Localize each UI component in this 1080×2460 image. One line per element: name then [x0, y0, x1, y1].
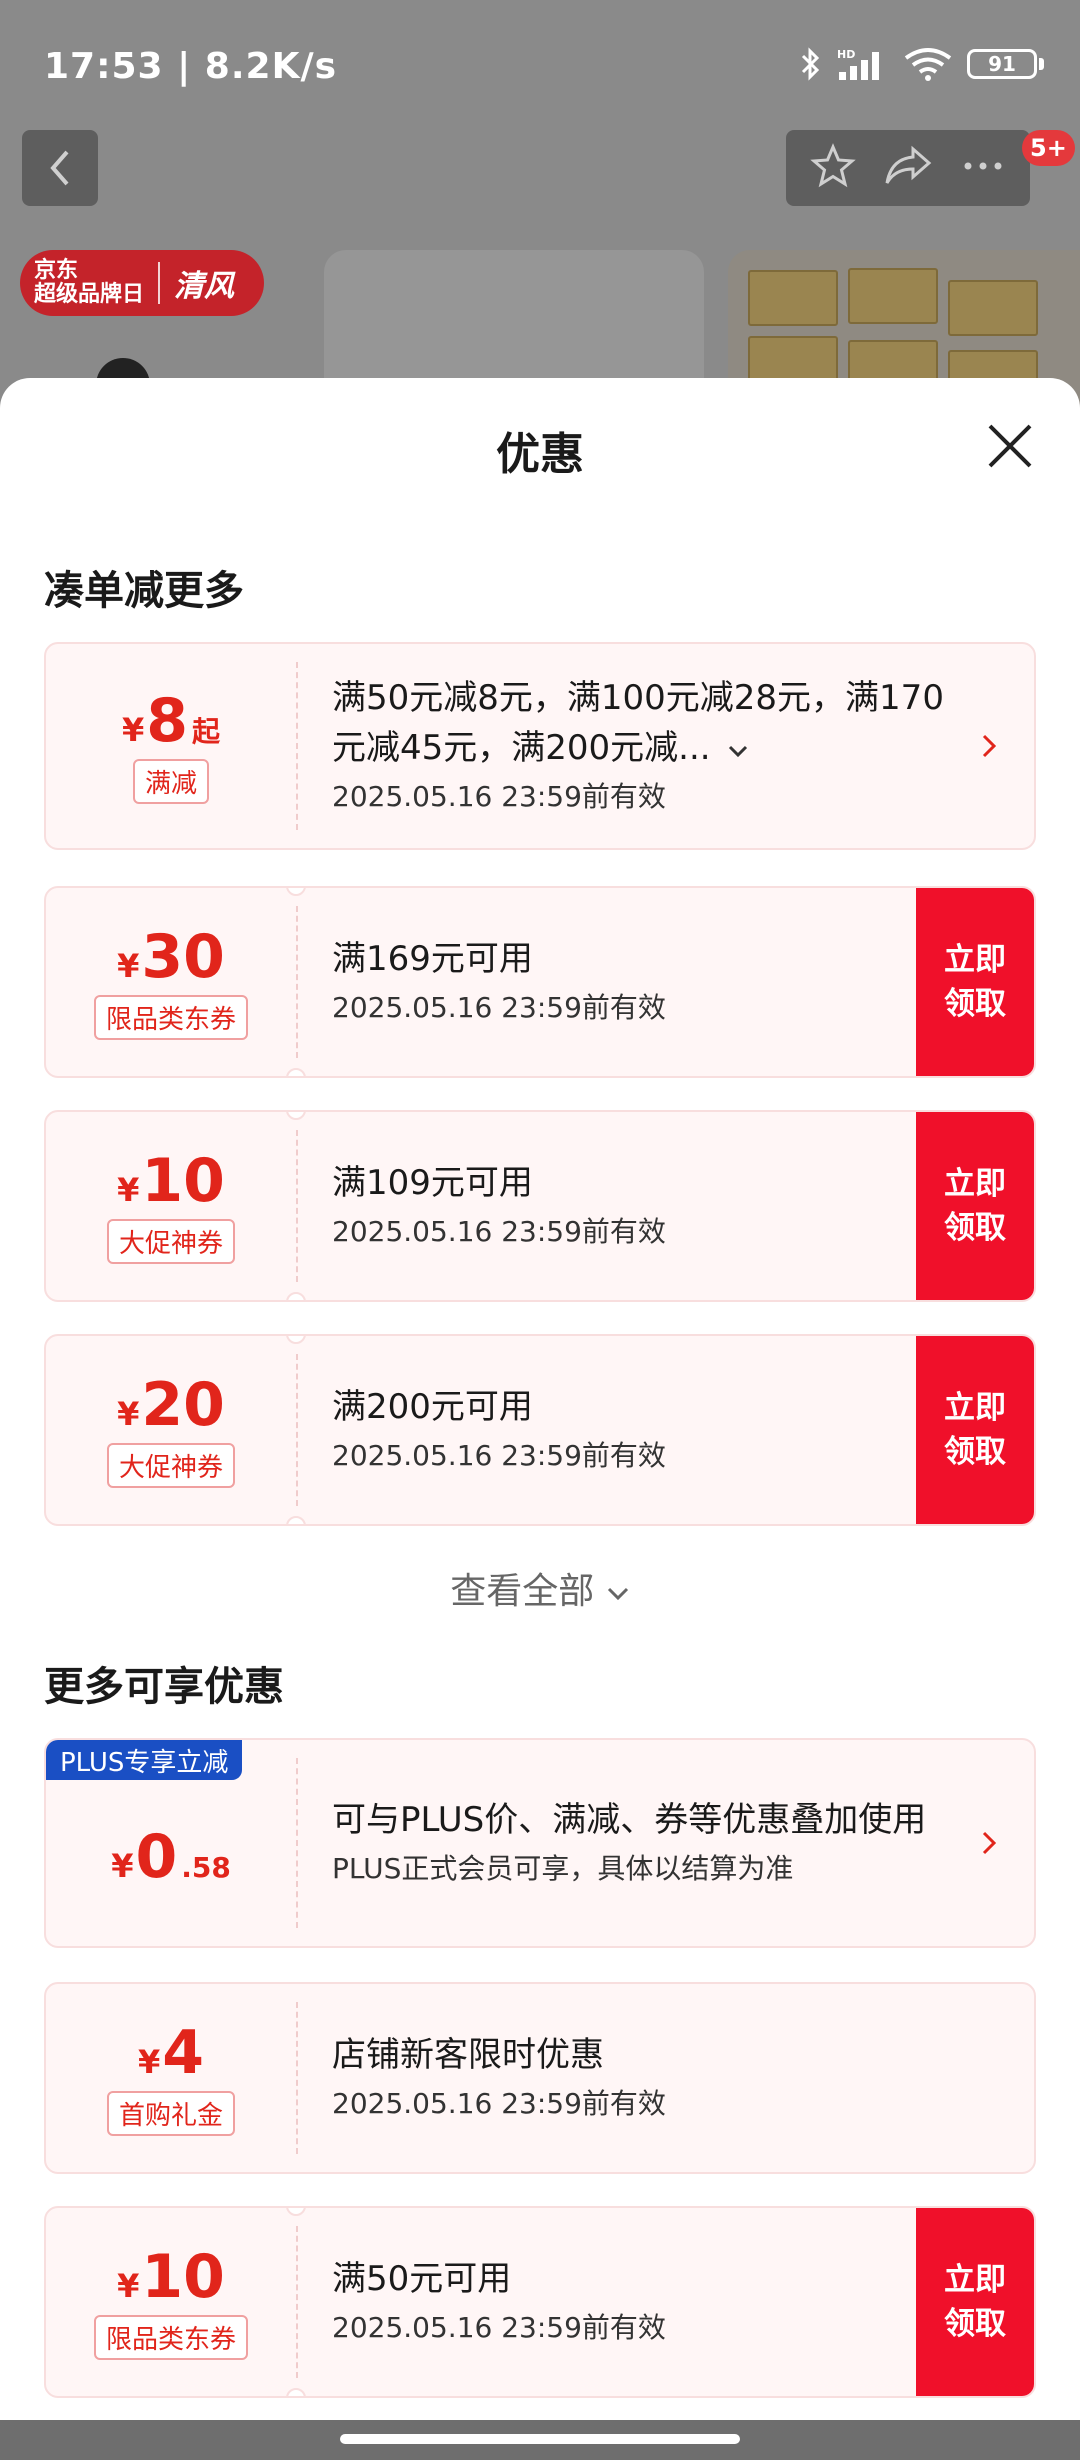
- claim-button[interactable]: 立即领取: [916, 1112, 1034, 1300]
- discount-sheet: 优惠 凑单减更多 ¥ 8 起 满减 满50元减8元，满100元减28元，满170…: [0, 378, 1080, 2420]
- status-bar: 17:53 | 8.2K/s HD 91: [0, 0, 1080, 130]
- status-icons: HD 91: [799, 46, 1044, 82]
- chevron-right-icon[interactable]: [980, 1829, 998, 1857]
- coupon-value: ¥ 0 .58: [111, 1822, 231, 1892]
- coupon-tag: 限品类东券: [93, 994, 248, 1040]
- coupon-promo-20: ¥ 20 大促神券 满200元可用 2025.05.16 23:59前有效 立即…: [44, 1334, 1036, 1526]
- section-title-more-offers: 更多可享优惠: [44, 1664, 284, 1710]
- coupon-rule: 满109元可用: [332, 1163, 533, 1203]
- claim-button[interactable]: 立即领取: [916, 888, 1034, 1076]
- coupon-expiry: 2025.05.16 23:59前有效: [332, 780, 666, 813]
- coupon-value: ¥ 20 大促神券: [46, 1336, 296, 1524]
- bluetooth-icon: [799, 46, 823, 82]
- brand-day-label: 京东 超级品牌日: [34, 258, 145, 307]
- coupon-tag: 满减: [132, 758, 209, 804]
- coupon-category-30: ¥ 30 限品类东券 满169元可用 2025.05.16 23:59前有效 立…: [44, 886, 1036, 1078]
- coupon-value: ¥ 8 起 满减: [46, 644, 296, 848]
- coupon-rule: 满200元可用: [332, 1387, 533, 1427]
- section-title-combine: 凑单减更多: [44, 568, 244, 614]
- coupon-expiry: 2025.05.16 23:59前有效: [332, 991, 666, 1024]
- coupon-tag: 大促神券: [106, 1442, 235, 1488]
- claim-button[interactable]: 立即领取: [916, 2208, 1034, 2396]
- coupon-rule: 满50元可用: [332, 2259, 512, 2299]
- coupon-tag: 大促神券: [106, 1218, 235, 1264]
- battery-level: 91: [967, 49, 1037, 79]
- coupon-category-10: ¥ 10 限品类东券 满50元可用 2025.05.16 23:59前有效 立即…: [44, 2206, 1036, 2398]
- coupon-tag: 限品类东券: [93, 2314, 248, 2360]
- share-icon[interactable]: [883, 143, 933, 193]
- message-count-badge: 5+: [1022, 130, 1075, 166]
- home-indicator[interactable]: [340, 2434, 740, 2444]
- status-time: 17:53 | 8.2K/s: [44, 46, 338, 87]
- coupon-rule: 可与PLUS价、满减、券等优惠叠加使用: [332, 1800, 927, 1840]
- chevron-down-icon: [607, 1587, 628, 1601]
- claim-button[interactable]: 立即领取: [916, 1336, 1034, 1524]
- coupon-value: ¥ 4 首购礼金: [46, 1984, 296, 2172]
- coupon-first-purchase: ¥ 4 首购礼金 店铺新客限时优惠 2025.05.16 23:59前有效: [44, 1982, 1036, 2174]
- wifi-icon: [903, 46, 953, 82]
- sheet-title: 优惠: [496, 429, 584, 480]
- top-action-group: [786, 130, 1030, 206]
- coupon-note: PLUS正式会员可享，具体以结算为准: [332, 1852, 794, 1885]
- brand-day-banner: 京东 超级品牌日 清风: [20, 250, 264, 316]
- star-icon[interactable]: [809, 143, 856, 193]
- coupon-expiry: 2025.05.16 23:59前有效: [332, 1439, 666, 1472]
- brand-logo-text: 清风: [174, 269, 235, 304]
- more-icon[interactable]: [960, 143, 1006, 193]
- back-button[interactable]: [22, 130, 98, 206]
- coupon-plus[interactable]: PLUS专享立减 ¥ 0 .58 可与PLUS价、满减、券等优惠叠加使用 PLU…: [44, 1738, 1036, 1948]
- coupon-expiry: 2025.05.16 23:59前有效: [332, 1215, 666, 1248]
- coupon-rule: 满169元可用: [332, 939, 533, 979]
- chevron-right-icon[interactable]: [980, 732, 998, 760]
- coupon-expiry: 2025.05.16 23:59前有效: [332, 2087, 666, 2120]
- close-icon: [988, 424, 1032, 468]
- chevron-down-icon[interactable]: [727, 743, 749, 759]
- back-icon: [50, 150, 69, 186]
- coupon-value: ¥ 10 大促神券: [46, 1112, 296, 1300]
- coupon-value: ¥ 30 限品类东券: [46, 888, 296, 1076]
- coupon-expiry: 2025.05.16 23:59前有效: [332, 2311, 666, 2344]
- coupon-tag: 首购礼金: [106, 2090, 235, 2136]
- battery-icon: 91: [967, 49, 1044, 79]
- coupon-promo-10: ¥ 10 大促神券 满109元可用 2025.05.16 23:59前有效 立即…: [44, 1110, 1036, 1302]
- coupon-full-reduction[interactable]: ¥ 8 起 满减 满50元减8元，满100元减28元，满170元减45元，满20…: [44, 642, 1036, 850]
- view-all-link[interactable]: 查看全部: [0, 1562, 1080, 1614]
- coupon-value: ¥ 10 限品类东券: [46, 2208, 296, 2396]
- coupon-rule: 店铺新客限时优惠: [332, 2035, 604, 2075]
- close-button[interactable]: [982, 418, 1038, 474]
- svg-text:HD: HD: [837, 48, 855, 61]
- hd-signal-icon: HD: [837, 46, 889, 82]
- coupon-rule: 满50元减8元，满100元减28元，满170元减45元，满200元减...: [332, 678, 944, 768]
